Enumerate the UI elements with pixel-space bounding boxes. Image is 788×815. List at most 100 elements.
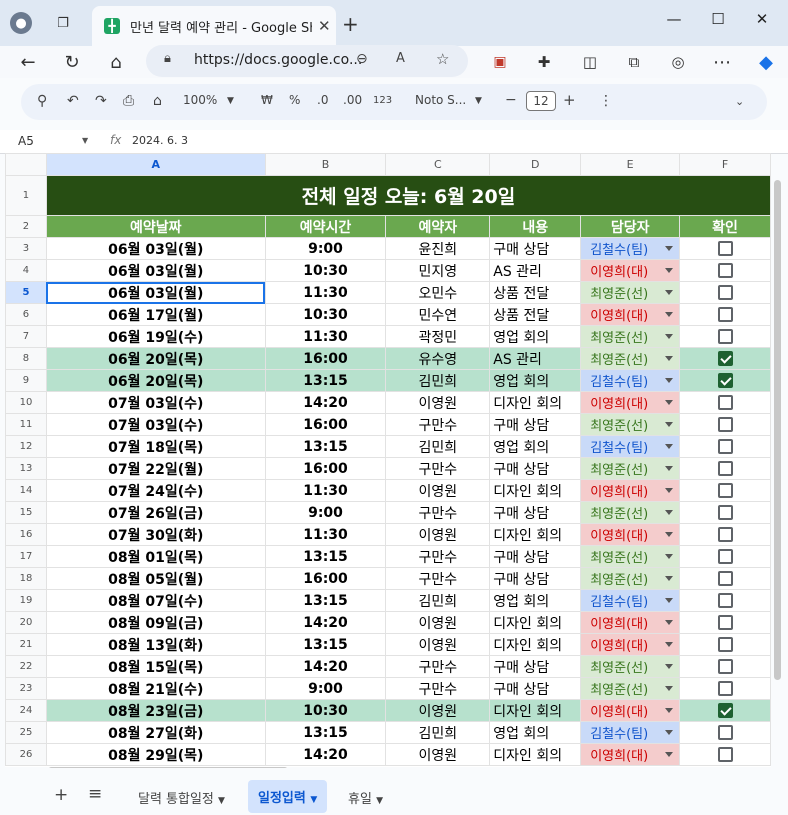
staff-dropdown[interactable]: 이영희(대) [580, 611, 681, 634]
confirm-cell[interactable] [679, 567, 771, 590]
row-number[interactable]: 25 [5, 721, 47, 744]
date-cell[interactable]: 06월 03일(월) [45, 259, 266, 282]
time-cell[interactable]: 11:30 [264, 325, 387, 348]
time-cell[interactable]: 9:00 [264, 237, 387, 260]
time-cell[interactable]: 13:15 [264, 435, 387, 458]
confirm-checkbox[interactable] [717, 527, 733, 542]
date-cell[interactable]: 08월 07일(수) [45, 589, 266, 612]
confirm-cell[interactable] [679, 281, 771, 304]
confirm-checkbox[interactable] [717, 373, 733, 388]
font-select[interactable]: Noto S... [415, 93, 466, 107]
time-cell[interactable]: 14:20 [264, 743, 387, 766]
date-cell[interactable]: 06월 20일(목) [45, 369, 266, 392]
collapse-toolbar-icon[interactable]: ⌄ [735, 95, 744, 108]
staff-dropdown[interactable]: 이영희(대) [580, 699, 681, 722]
puzzle-icon[interactable]: ✚ [530, 48, 558, 76]
new-tab-icon[interactable]: + [342, 12, 359, 36]
time-cell[interactable]: 10:30 [264, 699, 387, 722]
confirm-cell[interactable] [679, 479, 771, 502]
refresh-icon[interactable]: ↻ [58, 48, 86, 76]
confirm-cell[interactable] [679, 325, 771, 348]
row-number[interactable]: 23 [5, 677, 47, 700]
sheet-tab-calendar[interactable]: 달력 통합일정 ▼ [138, 788, 225, 807]
date-cell[interactable]: 08월 05일(월) [45, 567, 266, 590]
confirm-checkbox[interactable] [717, 263, 733, 278]
collections-icon[interactable]: ⧉ [620, 48, 648, 76]
person-cell[interactable]: 유수영 [385, 347, 491, 370]
read-aloud-icon[interactable]: A [396, 51, 405, 66]
more-icon[interactable]: ⋯ [708, 48, 736, 76]
zoom-chevron-icon[interactable]: ▼ [227, 96, 234, 106]
time-cell[interactable]: 9:00 [264, 677, 387, 700]
profile-icon[interactable]: ● [10, 12, 32, 34]
column-header[interactable]: C [385, 153, 491, 176]
header-confirm[interactable]: 확인 [679, 215, 771, 238]
staff-dropdown[interactable]: 이영희(대) [580, 523, 681, 546]
row-number[interactable]: 15 [5, 501, 47, 524]
maximize-icon[interactable]: ☐ [706, 10, 730, 28]
vertical-scrollbar[interactable] [774, 180, 781, 680]
formula-input[interactable]: 2024. 6. 3 [132, 134, 188, 147]
confirm-checkbox[interactable] [717, 241, 733, 256]
time-cell[interactable]: 16:00 [264, 457, 387, 480]
person-cell[interactable]: 민지영 [385, 259, 491, 282]
person-cell[interactable]: 구만수 [385, 501, 491, 524]
header-content[interactable]: 내용 [489, 215, 582, 238]
row-number[interactable]: 13 [5, 457, 47, 480]
confirm-cell[interactable] [679, 435, 771, 458]
row-number[interactable]: 21 [5, 633, 47, 656]
address-bar[interactable]: 🔒︎ https://docs.google.co... ⊖ A ☆ [146, 45, 468, 77]
column-header[interactable]: D [489, 153, 582, 176]
browser-tab[interactable]: ╋ 만년 달력 예약 관리 - Google Sheets ✕ [92, 6, 336, 46]
add-sheet-icon[interactable]: + [54, 785, 68, 805]
content-cell[interactable]: 디자인 회의 [489, 633, 582, 656]
date-cell[interactable]: 07월 22일(월) [45, 457, 266, 480]
person-cell[interactable]: 구만수 [385, 457, 491, 480]
row-number[interactable]: 26 [5, 743, 47, 766]
staff-dropdown[interactable]: 최영준(선) [580, 567, 681, 590]
header-staff[interactable]: 담당자 [580, 215, 681, 238]
staff-dropdown[interactable]: 최영준(선) [580, 677, 681, 700]
confirm-cell[interactable] [679, 413, 771, 436]
staff-dropdown[interactable]: 이영희(대) [580, 259, 681, 282]
confirm-cell[interactable] [679, 589, 771, 612]
confirm-checkbox[interactable] [717, 747, 733, 762]
time-cell[interactable]: 13:15 [264, 721, 387, 744]
person-cell[interactable]: 이영원 [385, 523, 491, 546]
date-cell[interactable]: 08월 09일(금) [45, 611, 266, 634]
row-number[interactable]: 3 [5, 237, 47, 260]
header-date[interactable]: 예약날짜 [45, 215, 266, 238]
confirm-checkbox[interactable] [717, 351, 733, 366]
row-number[interactable]: 5 [5, 281, 47, 304]
close-window-icon[interactable]: ✕ [750, 10, 774, 28]
confirm-cell[interactable] [679, 347, 771, 370]
content-cell[interactable]: 영업 회의 [489, 369, 582, 392]
row-number[interactable]: 2 [5, 215, 47, 238]
confirm-checkbox[interactable] [717, 307, 733, 322]
home-icon[interactable]: ⌂ [102, 48, 130, 76]
row-number[interactable]: 17 [5, 545, 47, 568]
confirm-checkbox[interactable] [717, 285, 733, 300]
staff-dropdown[interactable]: 최영준(선) [580, 545, 681, 568]
confirm-checkbox[interactable] [717, 637, 733, 652]
row-number[interactable]: 12 [5, 435, 47, 458]
column-header[interactable]: F [679, 153, 771, 176]
date-cell[interactable]: 07월 30일(화) [45, 523, 266, 546]
header-person[interactable]: 예약자 [385, 215, 491, 238]
extension-icon[interactable]: ▣ [486, 48, 514, 76]
currency-button[interactable]: ₩ [261, 93, 273, 107]
content-cell[interactable]: 상품 전달 [489, 281, 582, 304]
favorite-icon[interactable]: ☆ [436, 50, 449, 68]
content-cell[interactable]: 영업 회의 [489, 589, 582, 612]
date-cell[interactable]: 06월 20일(목) [45, 347, 266, 370]
content-cell[interactable]: 상품 전달 [489, 303, 582, 326]
confirm-checkbox[interactable] [717, 483, 733, 498]
row-number[interactable]: 16 [5, 523, 47, 546]
row-number[interactable]: 8 [5, 347, 47, 370]
person-cell[interactable]: 김민희 [385, 435, 491, 458]
date-cell[interactable]: 08월 15일(목) [45, 655, 266, 678]
time-cell[interactable]: 13:15 [264, 369, 387, 392]
confirm-cell[interactable] [679, 237, 771, 260]
person-cell[interactable]: 구만수 [385, 677, 491, 700]
increase-decimal-button[interactable]: .00 [343, 93, 362, 107]
